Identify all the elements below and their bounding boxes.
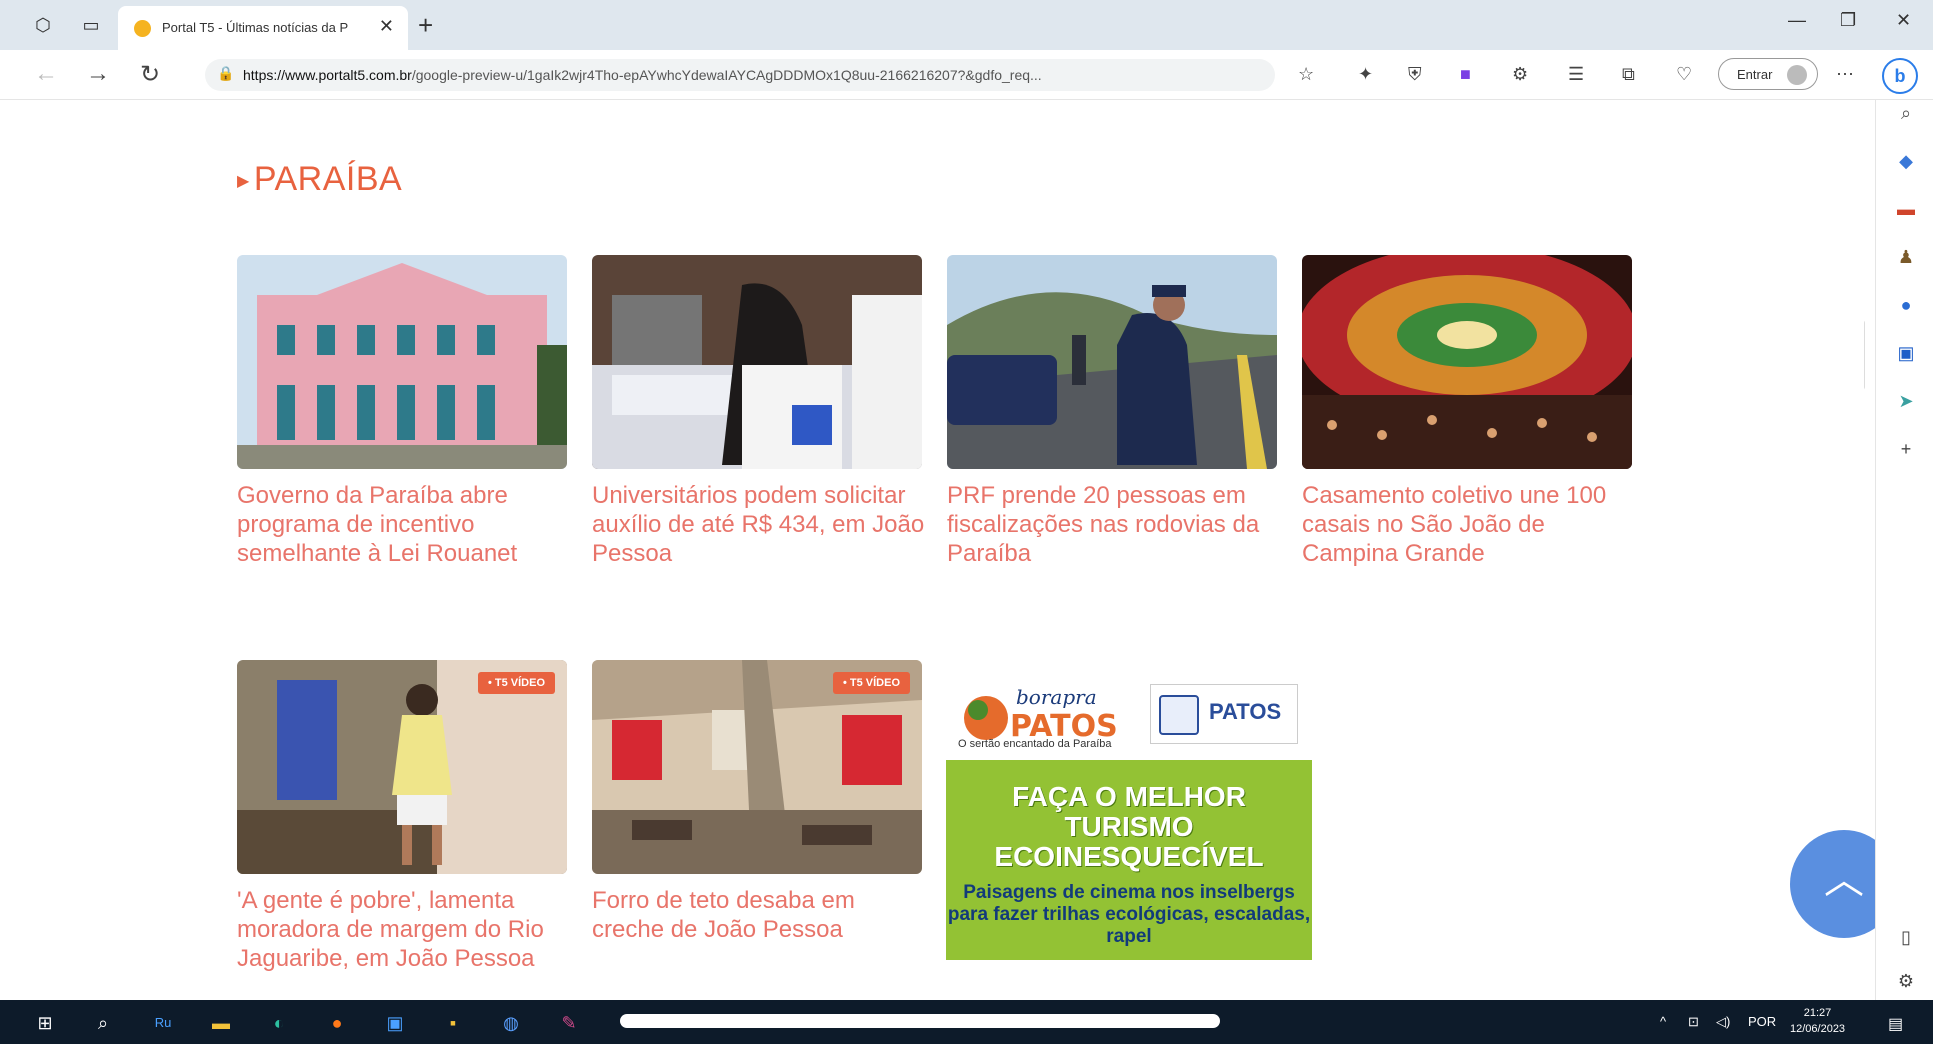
- browser-toolbar: ← → ↻ 🔒 https://www.portalt5.com.br/goog…: [0, 50, 1933, 100]
- shield-icon[interactable]: ⛨: [1408, 64, 1422, 85]
- article-card[interactable]: • T5 VÍDEO Forro de teto desaba em crech…: [592, 660, 922, 944]
- ad-subtext: Paisagens de cinema nos inselbergs para …: [947, 882, 1311, 947]
- sticky-notes-icon[interactable]: ▪: [440, 1010, 466, 1036]
- edge-icon[interactable]: ◐: [266, 1010, 292, 1036]
- article-card[interactable]: Casamento coletivo une 100 casais no São…: [1302, 255, 1632, 568]
- workspaces-icon[interactable]: ⬡: [30, 12, 56, 38]
- notifications-icon[interactable]: ▤: [1888, 1014, 1903, 1034]
- city-seal-icon: [1159, 695, 1199, 735]
- article-headline[interactable]: Casamento coletivo une 100 casais no São…: [1302, 481, 1642, 568]
- clock-time: 21:27: [1803, 1007, 1832, 1019]
- svg-text:borapra: borapra: [1016, 685, 1097, 709]
- article-image-building[interactable]: [237, 255, 567, 469]
- close-tab-icon[interactable]: ✕: [379, 16, 394, 37]
- ad-slogan: O sertão encantado da Paraíba: [958, 738, 1112, 750]
- file-explorer-icon[interactable]: ▬: [208, 1010, 234, 1036]
- article-image-students[interactable]: [592, 255, 922, 469]
- sidebar-add-icon[interactable]: +: [1895, 438, 1917, 460]
- article-card[interactable]: PRF prende 20 pessoas em fiscalizações n…: [947, 255, 1277, 568]
- address-bar[interactable]: 🔒 https://www.portalt5.com.br/google-pre…: [205, 59, 1275, 91]
- tray-chevron-icon[interactable]: ^: [1660, 1014, 1666, 1029]
- favorite-star-icon[interactable]: ☆: [1298, 64, 1314, 85]
- sign-in-button[interactable]: Entrar: [1718, 58, 1818, 90]
- sidebar-send-icon[interactable]: ➤: [1895, 390, 1917, 412]
- purple-extension-icon[interactable]: ■: [1460, 64, 1471, 85]
- tab-actions-icon[interactable]: ▭: [78, 12, 104, 38]
- tab-title: Portal T5 - Últimas notícias da P: [162, 20, 349, 35]
- settings-extension-icon[interactable]: ⚙: [1512, 64, 1528, 85]
- article-card[interactable]: Universitários podem solicitar auxílio d…: [592, 255, 924, 568]
- clock-date: 12/06/2023: [1790, 1023, 1846, 1035]
- start-icon[interactable]: ⊞: [32, 1010, 58, 1036]
- pen-app-icon[interactable]: ✎: [556, 1010, 582, 1036]
- input-language[interactable]: POR: [1748, 1014, 1776, 1029]
- taskbar-progress-bar: [620, 1014, 1220, 1028]
- sidebar-tag-icon[interactable]: ◆: [1895, 150, 1917, 172]
- browser-tab-strip: ⬡ ▭ Portal T5 - Últimas notícias da P ✕ …: [0, 0, 1933, 50]
- collections-icon[interactable]: ⧉: [1622, 64, 1635, 85]
- sidebar-panel-icon[interactable]: ▯: [1895, 926, 1917, 948]
- section-title[interactable]: ▶ PARAÍBA: [237, 160, 402, 199]
- article-headline[interactable]: Universitários podem solicitar auxílio d…: [592, 481, 932, 568]
- bing-chat-icon[interactable]: b: [1882, 58, 1918, 94]
- article-headline[interactable]: Forro de teto desaba em creche de João P…: [592, 886, 932, 944]
- lock-icon: 🔒: [217, 65, 235, 81]
- section-arrow-icon: ▶: [237, 173, 250, 191]
- window-app-icon[interactable]: ▣: [382, 1010, 408, 1036]
- back-icon[interactable]: ←: [34, 60, 58, 88]
- article-image-festival[interactable]: [1302, 255, 1632, 469]
- sign-in-label: Entrar: [1737, 67, 1773, 82]
- ad-banner: FAÇA O MELHOR TURISMO ECOINESQUECÍVEL Pa…: [946, 760, 1312, 960]
- article-headline[interactable]: 'A gente é pobre', lamenta moradora de m…: [237, 886, 577, 973]
- scroll-thumb[interactable]: [1864, 320, 1865, 390]
- network-icon[interactable]: ⊡: [1688, 1014, 1699, 1030]
- sidebar-circle-icon[interactable]: ●: [1895, 294, 1917, 316]
- tab-portal-t5[interactable]: Portal T5 - Últimas notícias da P ✕: [118, 6, 408, 50]
- patos-tourism-ad[interactable]: borapra PATOS O sertão encantado da Para…: [946, 660, 1312, 960]
- new-tab-icon[interactable]: +: [418, 10, 433, 41]
- forward-icon[interactable]: →: [86, 60, 110, 88]
- article-image-collapsed-ceiling[interactable]: • T5 VÍDEO: [592, 660, 922, 874]
- video-badge: • T5 VÍDEO: [832, 672, 910, 694]
- ad-cta: FAÇA O MELHOR TURISMO ECOINESQUECÍVEL: [994, 781, 1264, 872]
- article-headline[interactable]: Governo da Paraíba abre programa de ince…: [237, 481, 577, 568]
- ru-app-icon[interactable]: Ru: [150, 1010, 176, 1036]
- window-close-icon[interactable]: ✕: [1896, 10, 1911, 31]
- sidebar-briefcase-icon[interactable]: ▬: [1895, 198, 1917, 220]
- edge-sidebar: ⌕ ◆ ▬ ♟ ● ▣ ➤ + ▯ ⚙: [1875, 100, 1933, 1000]
- refresh-icon[interactable]: ↻: [140, 60, 160, 89]
- browser-essentials-icon[interactable]: ♡: [1676, 64, 1692, 85]
- windows-taskbar: ⊞ ⌕ Ru ▬ ◐ ● ▣ ▪ ◍ ✎ ^ ⊡ ◁) POR 21:27 12…: [0, 1000, 1933, 1044]
- taskbar-search-icon[interactable]: ⌕: [90, 1010, 116, 1036]
- taskbar-clock[interactable]: 21:27 12/06/2023: [1790, 1005, 1845, 1037]
- avatar: [1787, 65, 1807, 85]
- sidebar-search-icon[interactable]: ⌕: [1895, 102, 1917, 124]
- sidebar-settings-icon[interactable]: ⚙: [1895, 970, 1917, 992]
- site-favicon-icon: [134, 20, 151, 37]
- patos-city-seal: PATOS: [1150, 684, 1298, 744]
- url-text: https://www.portalt5.com.br/google-previ…: [243, 67, 1042, 83]
- article-headline[interactable]: PRF prende 20 pessoas em fiscalizações n…: [947, 481, 1287, 568]
- favorites-icon[interactable]: ☰: [1568, 64, 1584, 85]
- more-menu-icon[interactable]: ⋯: [1836, 64, 1854, 85]
- sidebar-people-icon[interactable]: ♟: [1895, 246, 1917, 268]
- partner-name: PATOS: [1209, 699, 1282, 724]
- sidebar-outlook-icon[interactable]: ▣: [1895, 342, 1917, 364]
- restore-icon[interactable]: ❐: [1840, 10, 1856, 31]
- volume-icon[interactable]: ◁): [1716, 1014, 1730, 1030]
- article-image-riverside[interactable]: • T5 VÍDEO: [237, 660, 567, 874]
- article-card[interactable]: • T5 VÍDEO 'A gente é pobre', lamenta mo…: [237, 660, 567, 973]
- minimize-icon[interactable]: —: [1788, 10, 1806, 31]
- extension-icon[interactable]: ✦: [1358, 64, 1373, 85]
- video-badge: • T5 VÍDEO: [477, 672, 555, 694]
- firefox-icon[interactable]: ●: [324, 1010, 350, 1036]
- article-card[interactable]: Governo da Paraíba abre programa de ince…: [237, 255, 567, 568]
- article-image-prf[interactable]: [947, 255, 1277, 469]
- web-page: ▶ PARAÍBA Governo da Paraíba abre program…: [12, 100, 1865, 1000]
- chevron-up-icon: ︿: [1824, 858, 1864, 902]
- blue-app-icon[interactable]: ◍: [498, 1010, 524, 1036]
